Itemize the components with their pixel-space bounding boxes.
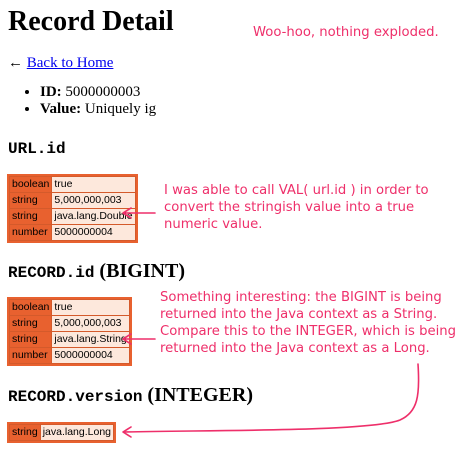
annotation-arrows: [122, 207, 420, 438]
arrow-to-long-icon: [123, 363, 420, 433]
